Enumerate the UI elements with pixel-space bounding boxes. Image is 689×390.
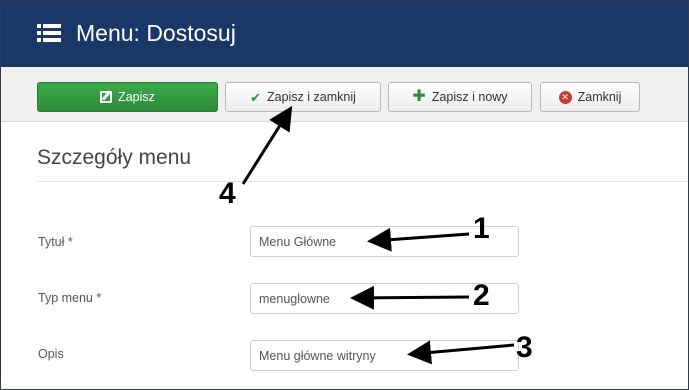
close-button[interactable]: ✕ Zamknij (540, 82, 640, 112)
save-and-close-button[interactable]: ✔ Zapisz i zamknij (225, 82, 381, 112)
menu-type-label: Typ menu * (38, 291, 102, 305)
page-title: Menu: Dostosuj (76, 20, 236, 46)
list-icon (37, 23, 61, 43)
description-label: Opis (38, 347, 64, 361)
save-button[interactable]: Zapisz (37, 82, 218, 112)
save-button-label: Zapisz (118, 90, 155, 104)
save-and-new-label: Zapisz i nowy (431, 90, 508, 104)
divider (37, 181, 688, 182)
window: Menu: Dostosuj Zapisz ✔ Zapisz i zamknij… (0, 0, 689, 390)
edit-icon (100, 91, 113, 103)
close-icon: ✕ (558, 90, 572, 104)
app-header: Menu: Dostosuj (1, 1, 688, 67)
save-and-new-button[interactable]: ✚ Zapisz i nowy (388, 82, 532, 112)
save-and-close-label: Zapisz i zamknij (266, 90, 356, 104)
annotation-number-2: 2 (473, 279, 490, 312)
annotation-number-4: 4 (219, 177, 236, 210)
close-button-label: Zamknij (577, 90, 622, 104)
annotation-number-1: 1 (473, 212, 490, 245)
title-label: Tytuł * (38, 235, 73, 249)
plus-icon: ✚ (412, 88, 426, 105)
annotation-number-3: 3 (516, 331, 533, 364)
section-title: Szczegóły menu (37, 146, 192, 169)
description-input[interactable]: Menu główne witryny (250, 340, 519, 371)
check-icon: ✔ (250, 89, 261, 105)
toolbar: Zapisz ✔ Zapisz i zamknij ✚ Zapisz i now… (1, 67, 688, 122)
